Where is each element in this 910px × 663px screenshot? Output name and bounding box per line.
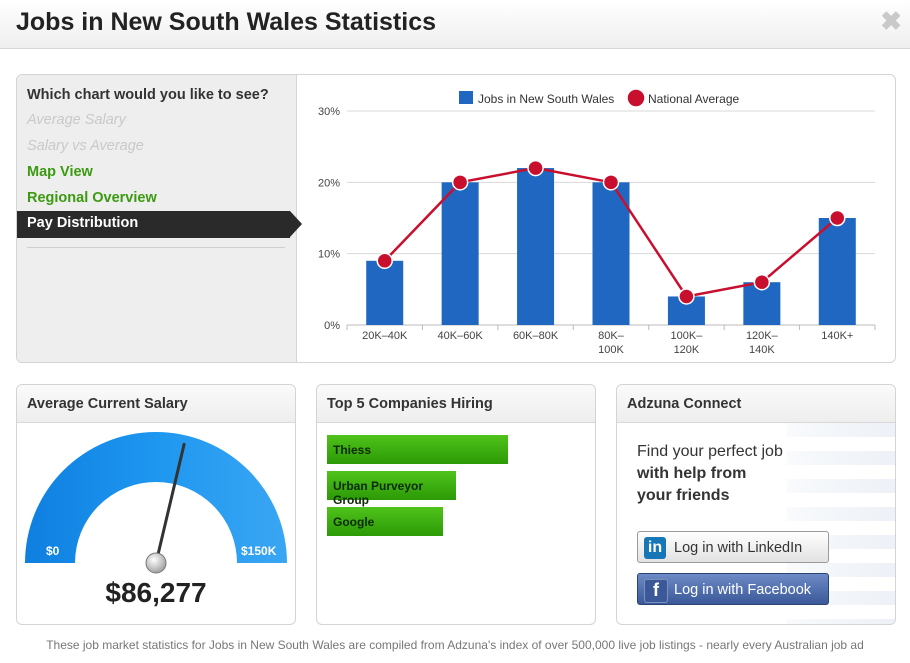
connect-tagline-line2: with help from	[637, 465, 747, 482]
company-name: Google	[333, 515, 375, 529]
national-average-point	[376, 252, 393, 270]
salary-panel-title: Average Current Salary	[17, 385, 295, 423]
close-icon[interactable]: ✖	[880, 6, 902, 37]
national-average-point	[602, 174, 620, 191]
linkedin-login-button[interactable]: in Log in with LinkedIn	[637, 531, 829, 563]
footer-note: These job market statistics for Jobs in …	[46, 638, 864, 652]
chart-menu: Which chart would you like to see? Avera…	[17, 75, 302, 362]
menu-item-map-view[interactable]: Map View	[27, 164, 93, 180]
connect-tagline-line1: Find your perfect job	[637, 443, 783, 460]
y-tick-label: 20%	[318, 177, 340, 189]
legend-label-national: National Average	[648, 92, 740, 106]
x-tick-label: 100K–	[671, 330, 704, 342]
header-bar: Jobs in New South Wales Statistics ✖	[0, 0, 910, 49]
chart-panel: Which chart would you like to see? Avera…	[16, 74, 896, 363]
gauge-max-label: $150K	[241, 544, 277, 558]
y-tick-label: 10%	[318, 249, 340, 261]
national-average-point	[678, 288, 695, 305]
facebook-icon: f	[644, 579, 668, 603]
national-average-point	[451, 174, 469, 191]
company-name: Urban Purveyor Group	[333, 479, 424, 507]
companies-panel-title: Top 5 Companies Hiring	[317, 385, 595, 423]
y-tick-label: 0%	[324, 320, 340, 332]
menu-item-pay-distribution[interactable]: Pay Distribution	[17, 211, 302, 238]
x-tick-label: 120K–	[746, 330, 779, 342]
legend-swatch-jobs	[459, 91, 473, 104]
gauge-hub	[145, 552, 167, 574]
menu-divider	[27, 247, 285, 248]
x-tick-label: 60K–80K	[513, 330, 559, 342]
bar	[818, 218, 856, 325]
x-tick-label: 140K	[749, 344, 775, 356]
x-tick-label: 40K–60K	[438, 330, 484, 342]
page-title: Jobs in New South Wales Statistics	[16, 8, 436, 36]
linkedin-login-label: Log in with LinkedIn	[674, 540, 803, 556]
menu-item-average-salary: Average Salary	[27, 112, 126, 128]
connect-tagline-line3: your friends	[637, 487, 730, 504]
gauge-min-label: $0	[46, 544, 60, 558]
x-tick-label: 100K	[598, 344, 624, 356]
facebook-login-label: Log in with Facebook	[674, 582, 812, 598]
x-tick-label: 20K–40K	[362, 330, 408, 342]
company-bar-google[interactable]: Google	[327, 507, 443, 536]
national-average-point	[527, 159, 544, 177]
bar	[366, 260, 404, 325]
menu-item-salary-vs-average: Salary vs Average	[27, 138, 144, 154]
x-tick-label: 120K	[674, 344, 700, 356]
average-salary-value: $86,277	[105, 577, 207, 608]
connect-tagline: Find your perfect job with help from you…	[637, 441, 783, 507]
bar	[441, 182, 479, 325]
y-tick-label: 30%	[318, 106, 340, 118]
connect-panel-title: Adzuna Connect	[617, 385, 895, 423]
x-tick-label: 80K–	[598, 330, 625, 342]
chart-menu-question: Which chart would you like to see?	[27, 87, 269, 103]
company-name: Thiess	[333, 443, 372, 457]
companies-panel: Top 5 Companies Hiring Thiess Urban Purv…	[316, 384, 596, 625]
legend-label-jobs: Jobs in New South Wales	[478, 92, 614, 106]
facebook-login-button[interactable]: f Log in with Facebook	[637, 573, 829, 605]
bar	[517, 168, 555, 325]
company-bar-urban-purveyor-group[interactable]: Urban Purveyor Group	[327, 471, 456, 507]
salary-panel: Average Current Salary $0 $150K $86,277	[16, 384, 296, 625]
company-bar-thiess[interactable]: Thiess	[327, 435, 508, 464]
menu-item-regional-overview[interactable]: Regional Overview	[27, 190, 157, 206]
linkedin-icon: in	[644, 537, 666, 559]
pay-distribution-chart: 0% 10% 20% 30% 20K–40K 40K–60K 60K–80K 80K– 100K…	[318, 88, 876, 356]
x-tick-label: 140K+	[821, 330, 853, 342]
legend-swatch-national	[626, 88, 646, 108]
connect-panel: Adzuna Connect Find your perfect job wit…	[616, 384, 896, 625]
national-average-point	[753, 273, 771, 291]
national-average-point	[829, 209, 846, 227]
